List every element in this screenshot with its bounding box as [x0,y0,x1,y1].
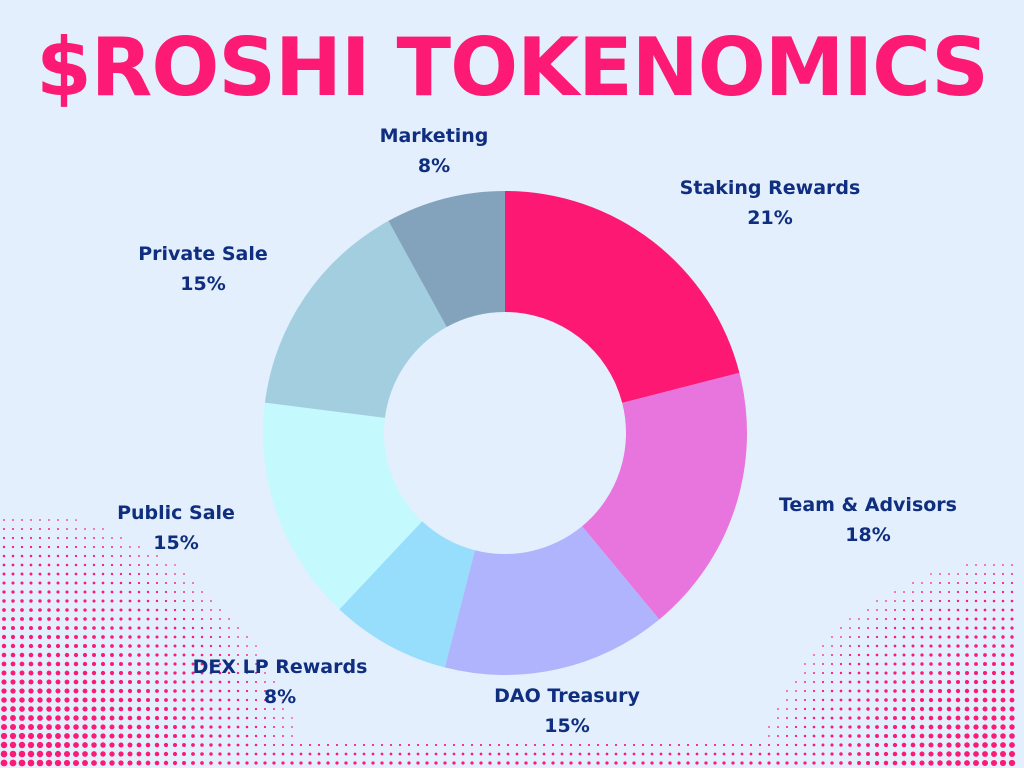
slice-label-percent: 15% [544,715,589,737]
slice-label-name: Marketing [380,125,489,147]
slice-label-name: Staking Rewards [680,177,861,199]
slice-label-name: DEX LP Rewards [193,656,368,678]
slice-label-name: Public Sale [117,502,235,524]
slice-label-name: DAO Treasury [494,685,640,707]
slice-label-percent: 8% [264,686,296,708]
slice-label-percent: 15% [153,532,198,554]
slice-label-percent: 8% [418,155,450,177]
slice-label-percent: 21% [747,207,792,229]
slice-label-name: Private Sale [138,243,268,265]
donut-slices [262,191,747,675]
donut-slice-staking-rewards [505,191,740,403]
slice-label-percent: 18% [845,524,890,546]
slice-label-name: Team & Advisors [779,494,957,516]
tokenomics-donut-chart: Staking Rewards 21% Team & Advisors 18% DAO … [117,125,957,737]
slice-label-percent: 15% [180,273,225,295]
